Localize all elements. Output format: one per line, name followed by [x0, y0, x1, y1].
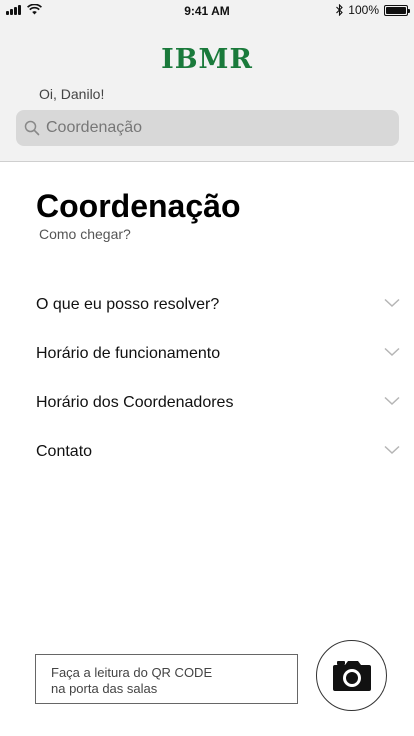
- directions-link[interactable]: Como chegar?: [39, 226, 131, 242]
- chevron-down-icon: [384, 445, 400, 454]
- status-bar: 9:41 AM 100%: [0, 0, 414, 22]
- camera-button[interactable]: [316, 640, 387, 711]
- chevron-down-icon: [384, 396, 400, 405]
- search-icon: [24, 120, 40, 136]
- chevron-down-icon: [384, 347, 400, 356]
- accordion-label: Horário dos Coordenadores: [36, 393, 234, 411]
- app-header: 9:41 AM 100% IBMR Oi, Danilo! Coordenaçã…: [0, 0, 414, 162]
- search-input[interactable]: Coordenação: [46, 119, 142, 137]
- battery-icon: [384, 4, 410, 16]
- qr-instruction-line-1: Faça a leitura do QR CODE: [51, 665, 213, 680]
- status-right: 100%: [336, 3, 410, 17]
- camera-icon: [332, 660, 371, 691]
- chevron-down-icon: [384, 298, 400, 307]
- accordion-label: Horário de funcionamento: [36, 344, 221, 362]
- app-logo: IBMR: [161, 44, 253, 75]
- battery-percent: 100%: [348, 3, 379, 17]
- accordion-item-resolver[interactable]: O que eu posso resolver?: [36, 280, 400, 329]
- bluetooth-icon: [336, 4, 344, 16]
- accordion-list: O que eu posso resolver? Horário de func…: [36, 280, 400, 476]
- greeting: Oi, Danilo!: [39, 86, 105, 102]
- qr-instruction-line-2: na porta das salas: [51, 681, 158, 696]
- accordion-item-contato[interactable]: Contato: [36, 427, 400, 476]
- accordion-label: O que eu posso resolver?: [36, 295, 220, 313]
- qr-instruction-box: Faça a leitura do QR CODE na porta das s…: [35, 654, 298, 704]
- search-bar[interactable]: Coordenação: [16, 110, 399, 146]
- accordion-label: Contato: [36, 442, 93, 460]
- accordion-item-funcionamento[interactable]: Horário de funcionamento: [36, 329, 400, 378]
- page-title: Coordenação: [36, 188, 241, 224]
- battery-level: [386, 6, 406, 14]
- accordion-item-coordenadores[interactable]: Horário dos Coordenadores: [36, 378, 400, 427]
